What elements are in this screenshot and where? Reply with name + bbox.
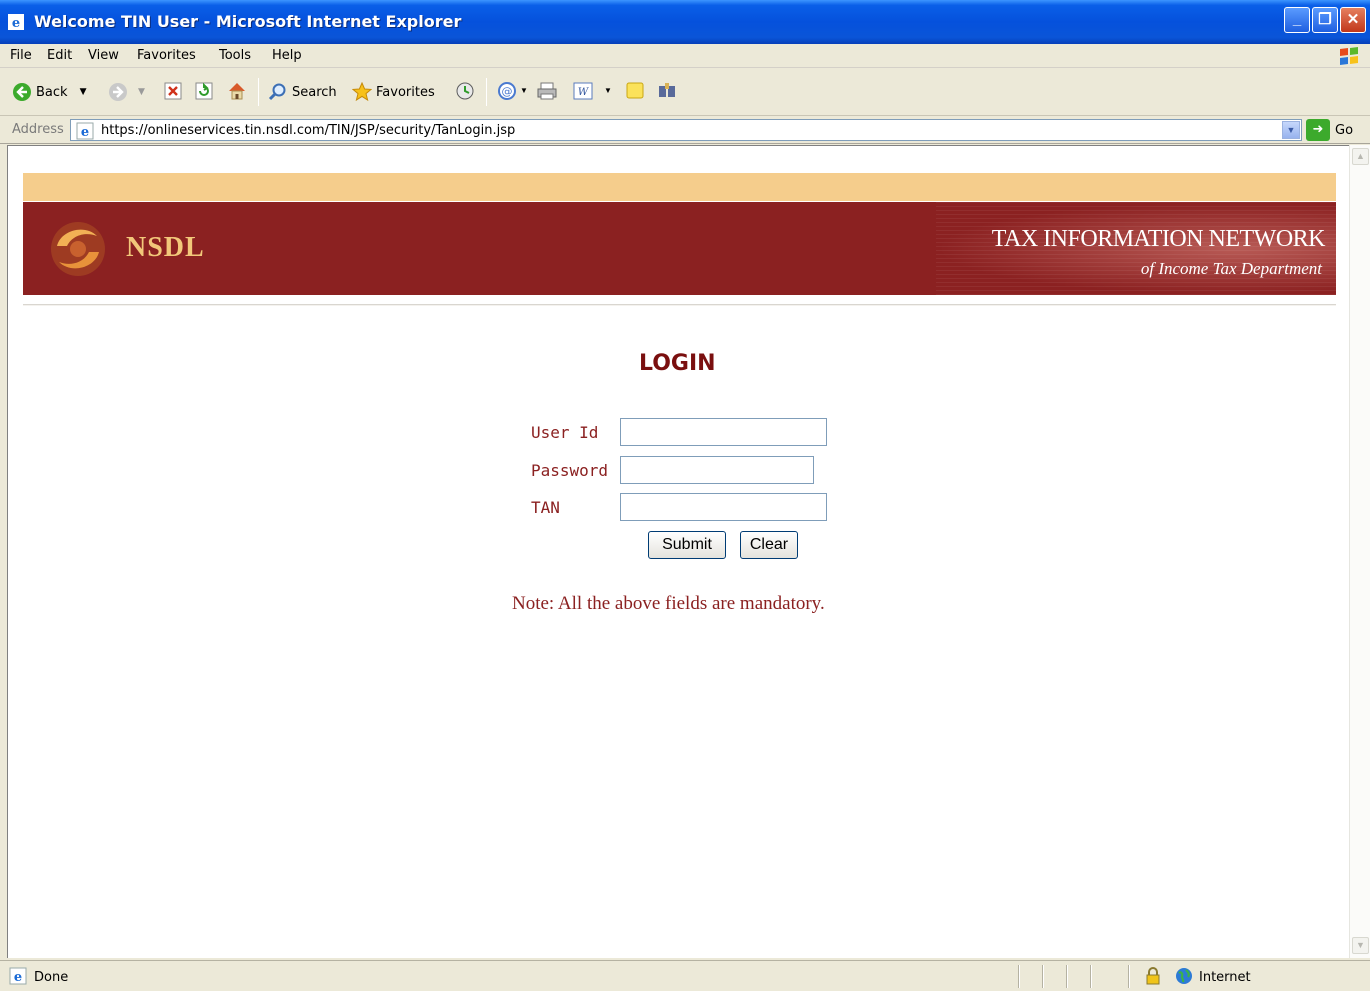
mail-icon[interactable]: @ [496,80,518,102]
maximize-button[interactable]: ❐ [1312,7,1338,33]
nsdl-logo-text: NSDL [126,232,205,263]
search-button[interactable]: Search [268,80,337,104]
lock-icon [1146,967,1160,985]
window-title: Welcome TIN User - Microsoft Internet Ex… [34,12,462,31]
mandatory-note: Note: All the above fields are mandatory… [512,593,825,614]
toolbar-separator [486,78,487,106]
favorites-button[interactable]: Favorites [352,80,435,104]
page-content: NSDL TAX INFORMATION NETWORK of Income T… [7,145,1349,958]
submit-button[interactable]: Submit [648,531,726,559]
chevron-down-icon[interactable]: ▼ [604,86,612,95]
status-divider [1066,965,1068,988]
vertical-scrollbar[interactable]: ▲ ▼ [1349,145,1370,958]
star-icon [352,82,372,102]
address-dropdown-icon[interactable]: ▼ [1282,121,1300,139]
zone-text: Internet [1199,970,1251,985]
back-button[interactable]: Back ▼ [12,80,86,104]
go-button[interactable]: ➜ Go [1306,119,1366,141]
status-text: Done [34,970,69,985]
search-label: Search [292,84,337,100]
refresh-icon[interactable] [195,82,213,100]
history-icon[interactable] [454,80,476,102]
discuss-icon[interactable] [624,80,646,102]
menu-edit[interactable]: Edit [47,48,72,63]
svg-text:e: e [81,125,89,140]
windows-logo-icon [1340,47,1358,65]
address-input[interactable]: e https://onlineservices.tin.nsdl.com/TI… [70,119,1302,141]
menu-view[interactable]: View [88,48,119,63]
chevron-down-icon[interactable]: ▼ [520,86,528,95]
status-divider [1018,965,1020,988]
clear-button[interactable]: Clear [740,531,798,559]
scroll-down-icon[interactable]: ▼ [1352,937,1369,954]
page-icon: e [76,122,94,140]
user-id-input[interactable] [620,418,827,446]
print-icon[interactable] [536,80,558,102]
address-label: Address [12,122,64,137]
close-button[interactable]: ✕ [1340,7,1366,33]
tin-subtitle: of Income Tax Department [1140,259,1322,278]
status-divider [1128,965,1130,988]
password-input[interactable] [620,456,814,484]
header-band [23,173,1336,201]
browser-window: e Welcome TIN User - Microsoft Internet … [0,0,1370,991]
favorites-label: Favorites [376,84,435,100]
address-bar: Address e https://onlineservices.tin.nsd… [0,116,1370,144]
nsdl-banner: NSDL TAX INFORMATION NETWORK of Income T… [23,202,1336,295]
title-bar: e Welcome TIN User - Microsoft Internet … [0,0,1370,44]
toolbar: Back ▼ ▼ Search Favorites @ ▼ W ▼ [0,68,1370,116]
svg-text:W: W [578,87,589,98]
password-label: Password [531,461,609,480]
svg-text:@: @ [502,85,513,98]
ie-icon: e [8,14,24,31]
status-divider [1042,965,1044,988]
tan-input[interactable] [620,493,827,521]
user-id-label: User Id [531,423,599,442]
back-arrow-icon [13,83,31,101]
status-divider [1090,965,1092,988]
status-bar: e Done Internet [0,960,1370,991]
divider [23,304,1336,306]
minimize-button[interactable]: _ [1284,7,1310,33]
chevron-down-icon[interactable]: ▼ [80,87,87,97]
chevron-down-icon: ▼ [138,87,145,97]
forward-arrow-icon [109,83,127,101]
go-arrow-icon: ➜ [1306,119,1330,141]
back-label: Back [36,84,68,100]
login-heading: LOGIN [639,351,716,376]
svg-text:e: e [14,970,22,985]
home-icon[interactable] [226,80,248,102]
globe-icon [1176,968,1192,984]
forward-button[interactable]: ▼ [108,80,145,104]
svg-text:e: e [12,16,20,31]
scroll-up-icon[interactable]: ▲ [1352,148,1369,165]
tin-title: TAX INFORMATION NETWORK [991,226,1326,252]
menu-favorites[interactable]: Favorites [137,48,196,63]
menu-file[interactable]: File [10,48,32,63]
toolbar-separator [258,78,259,106]
nsdl-logo-icon [51,222,105,276]
edit-word-icon[interactable]: W [572,80,594,102]
search-icon [268,83,286,101]
tan-label: TAN [531,498,560,517]
menu-help[interactable]: Help [272,48,302,63]
menu-bar: File Edit View Favorites Tools Help [0,44,1370,68]
messenger-icon[interactable] [656,80,678,102]
go-label: Go [1335,122,1354,138]
address-url: https://onlineservices.tin.nsdl.com/TIN/… [101,123,516,138]
stop-icon[interactable] [164,82,182,100]
page-icon: e [9,967,27,985]
menu-tools[interactable]: Tools [219,48,251,63]
